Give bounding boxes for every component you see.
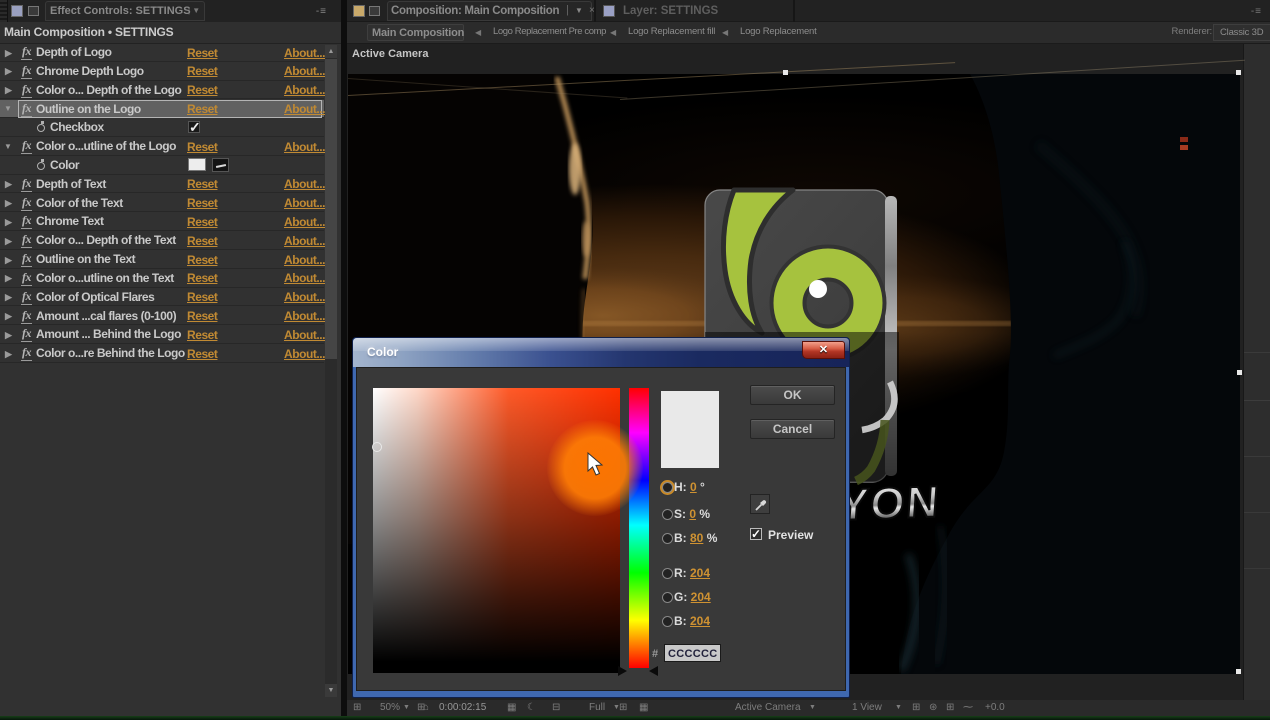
- svg-text:YON: YON: [837, 477, 942, 530]
